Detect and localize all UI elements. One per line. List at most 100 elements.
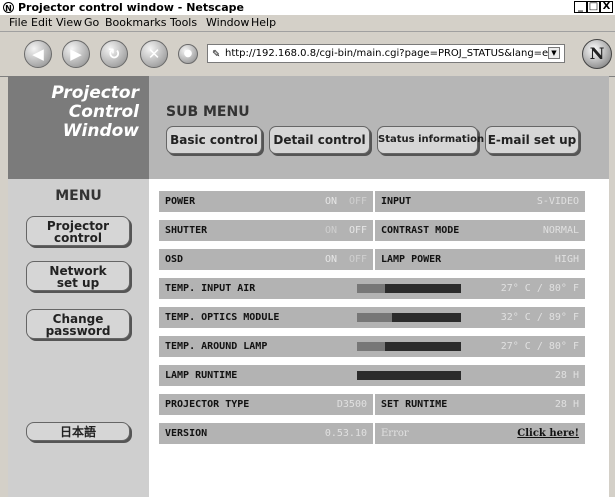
menu-edit[interactable]: Edit [31, 15, 52, 31]
window-title: Projector control window - Netscape [18, 1, 244, 14]
brand-line-3: Window [62, 121, 139, 141]
temp-lamp-fill [385, 342, 461, 351]
temp-optics-value: 32° C / 89° F [500, 312, 579, 323]
url-text[interactable]: http://192.168.0.8/cgi-bin/main.cgi?page… [225, 45, 548, 62]
browser-window: N Projector control window - Netscape _ … [0, 0, 615, 497]
osd-label: OSD [165, 254, 184, 265]
network-setup-line-2: set up [56, 276, 100, 290]
temp-input-air-fill [385, 284, 461, 293]
error-details-link[interactable]: Click here! [517, 423, 579, 444]
shutter-off: OFF [348, 225, 367, 236]
lamp-runtime-value: 28 H [554, 370, 579, 381]
shutter-label: SHUTTER [165, 225, 208, 236]
temp-input-air-bar [357, 284, 461, 293]
url-dropdown-icon[interactable]: ▼ [548, 47, 560, 59]
status-panel: POWER ON OFF INPUT S-VIDEO SHUTTER ON OF… [149, 179, 609, 497]
status-information-button[interactable]: Status information [377, 126, 484, 154]
brand-line-2: Control [68, 102, 139, 122]
reload-icon[interactable]: ↻ [100, 40, 128, 68]
set-runtime-cell: SET RUNTIME 28 H [375, 394, 585, 415]
forward-icon[interactable]: ▶ [62, 40, 90, 68]
navigation-toolbar: ◀ ▶ ↻ ✕ ● ✎ http://192.168.0.8/cgi-bin/m… [0, 31, 615, 77]
temp-optics-cell: TEMP. OPTICS MODULE 32° C / 89° F [159, 307, 585, 328]
netscape-logo: N [582, 39, 612, 69]
minimize-button[interactable]: _ [574, 1, 587, 13]
temp-input-air-cell: TEMP. INPUT AIR 27° C / 80° F [159, 278, 585, 299]
power-label: POWER [165, 196, 196, 207]
email-setup-button[interactable]: E-mail set up [485, 126, 579, 154]
version-cell: VERSION 0.53.10 [159, 423, 373, 444]
network-setup-button[interactable]: Network set up [26, 261, 130, 291]
menu-view[interactable]: View [56, 15, 82, 31]
error-cell: Error Click here! [375, 423, 585, 444]
sidebar: MENU Projector control Network set up Ch… [8, 179, 149, 497]
temp-lamp-cell: TEMP. AROUND LAMP 27° C / 80° F [159, 336, 585, 357]
temp-lamp-label: TEMP. AROUND LAMP [165, 341, 268, 352]
page-icon: ✎ [212, 49, 221, 60]
temp-optics-fill [392, 313, 461, 322]
set-runtime-label: SET RUNTIME [381, 399, 448, 410]
back-icon[interactable]: ◀ [24, 40, 52, 68]
page-header: Projector Control Window SUB MENU Basic … [8, 76, 609, 179]
projector-type-value: D3500 [336, 399, 367, 410]
contrast-mode-value: NORMAL [542, 225, 579, 236]
lamp-runtime-label: LAMP RUNTIME [165, 370, 238, 381]
menu-bookmarks[interactable]: Bookmarks [105, 15, 166, 31]
temp-optics-label: TEMP. OPTICS MODULE [165, 312, 280, 323]
projector-type-label: PROJECTOR TYPE [165, 399, 250, 410]
projector-control-button[interactable]: Projector control [26, 216, 130, 246]
menu-title: MENU [55, 188, 102, 204]
osd-on: ON [324, 254, 337, 265]
input-label: INPUT [381, 196, 412, 207]
menu-file[interactable]: File [9, 15, 27, 31]
menu-tools[interactable]: Tools [170, 15, 197, 31]
web-page: Projector Control Window SUB MENU Basic … [8, 76, 609, 497]
temp-lamp-bar [357, 342, 461, 351]
lamp-runtime-cell: LAMP RUNTIME 28 H [159, 365, 585, 386]
basic-control-button[interactable]: Basic control [166, 126, 262, 154]
address-bar[interactable]: ✎ http://192.168.0.8/cgi-bin/main.cgi?pa… [207, 44, 565, 63]
lamp-power-label: LAMP POWER [381, 254, 442, 265]
set-runtime-value: 28 H [554, 399, 579, 410]
title-bar: N Projector control window - Netscape _ … [0, 0, 615, 15]
netscape-icon: N [3, 2, 14, 13]
close-button[interactable]: X [600, 1, 613, 13]
temp-input-air-value: 27° C / 80° F [500, 283, 579, 294]
menu-bar: File Edit View Go Bookmarks Tools Window… [0, 15, 615, 31]
shutter-on: ON [324, 225, 337, 236]
input-cell: INPUT S-VIDEO [375, 191, 585, 212]
error-label: Error [381, 428, 409, 439]
osd-off: OFF [348, 254, 367, 265]
lamp-power-cell: LAMP POWER HIGH [375, 249, 585, 270]
menu-help[interactable]: Help [251, 15, 276, 31]
temp-optics-bar [357, 313, 461, 322]
version-value: 0.53.10 [324, 428, 367, 439]
change-password-button[interactable]: Change password [26, 309, 130, 339]
menu-go[interactable]: Go [84, 15, 99, 31]
maximize-button[interactable]: □ [587, 1, 600, 13]
power-off: OFF [348, 196, 367, 207]
brand-line-1: Projector [51, 83, 139, 103]
contrast-mode-label: CONTRAST MODE [381, 225, 460, 236]
temp-input-air-label: TEMP. INPUT AIR [165, 283, 256, 294]
shutter-cell: SHUTTER ON OFF [159, 220, 373, 241]
lamp-power-value: HIGH [554, 254, 579, 265]
osd-cell: OSD ON OFF [159, 249, 373, 270]
input-value: S-VIDEO [536, 196, 579, 207]
stop-icon[interactable]: ✕ [140, 40, 168, 68]
projector-type-cell: PROJECTOR TYPE D3500 [159, 394, 373, 415]
projector-control-line-2: control [54, 231, 102, 245]
submenu-title: SUB MENU [166, 104, 250, 120]
japanese-language-button[interactable]: 日本語 [26, 422, 130, 441]
temp-lamp-value: 27° C / 80° F [500, 341, 579, 352]
temperature-level-segment [357, 284, 386, 293]
home-icon[interactable]: ● [178, 44, 198, 64]
brand-logo: Projector Control Window [8, 76, 149, 179]
contrast-mode-cell: CONTRAST MODE NORMAL [375, 220, 585, 241]
temperature-level-segment [357, 313, 393, 322]
menu-window[interactable]: Window [206, 15, 249, 31]
change-password-line-2: password [45, 324, 111, 338]
detail-control-button[interactable]: Detail control [269, 126, 370, 154]
power-on: ON [324, 196, 337, 207]
power-cell: POWER ON OFF [159, 191, 373, 212]
